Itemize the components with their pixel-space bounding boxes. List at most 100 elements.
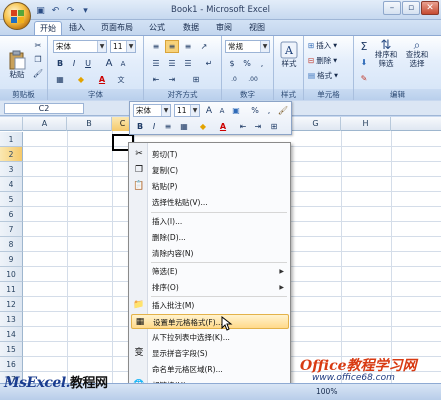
row-header[interactable]: 16 [0, 357, 23, 372]
select-all-corner[interactable] [0, 117, 23, 131]
align-right-icon[interactable]: ☰ [181, 57, 195, 70]
decrease-decimal-button[interactable]: .00 [246, 73, 260, 86]
mini-merge-icon[interactable]: ⊞ [267, 120, 281, 133]
column-header[interactable]: A [23, 117, 67, 131]
tab-page-layout[interactable]: 页面布局 [98, 21, 136, 35]
tab-formulas[interactable]: 公式 [146, 21, 168, 35]
increase-decimal-button[interactable]: .0 [227, 73, 241, 86]
tab-review[interactable]: 审阅 [213, 21, 235, 35]
mini-italic-button[interactable]: I [147, 120, 161, 133]
row-header[interactable]: 7 [0, 222, 23, 237]
context-menu-item[interactable]: 命名单元格区域(R)... [131, 362, 289, 377]
context-menu-item[interactable]: 变显示拼音字段(S) [131, 346, 289, 361]
number-format-combo[interactable]: 常规 ▼ [225, 40, 270, 53]
fill-icon[interactable]: ⬇ [357, 56, 371, 69]
format-cells-button[interactable]: ▤ 格式 ▼ [308, 70, 338, 81]
row-header[interactable]: 3 [0, 162, 23, 177]
fill-color-icon[interactable]: ◆ [74, 73, 88, 86]
mini-format-painter-icon[interactable]: 🖌 [276, 104, 290, 117]
top-align-icon[interactable]: ≡ [149, 40, 163, 53]
row-header[interactable]: 14 [0, 327, 23, 342]
name-box[interactable]: C2 [4, 103, 84, 114]
context-menu-item[interactable]: 删除(D)... [131, 230, 289, 245]
row-header[interactable]: 13 [0, 312, 23, 327]
zoom-level[interactable]: 100% [316, 387, 337, 396]
decrease-indent-icon[interactable]: ⇤ [149, 73, 163, 86]
mini-grow-font-button[interactable]: A [202, 104, 216, 117]
context-menu-item[interactable]: ▦ 设置单元格格式(F)... [131, 314, 289, 329]
context-menu-item[interactable]: 清除内容(N) [131, 246, 289, 261]
underline-button[interactable]: U [81, 57, 95, 70]
autosum-button[interactable]: Σ [357, 40, 371, 53]
row-header[interactable]: 11 [0, 282, 23, 297]
context-menu-item[interactable]: 筛选(E) ▶ [131, 264, 289, 279]
tab-insert[interactable]: 插入 [66, 21, 88, 35]
insert-cells-button[interactable]: ⊞ 插入 ▼ [308, 40, 337, 51]
row-header[interactable]: 1 [0, 132, 23, 147]
mini-decrease-decimal-icon[interactable]: ⇤ [236, 120, 250, 133]
maximize-button[interactable]: ▫ [402, 1, 420, 15]
shrink-font-button[interactable]: A [116, 57, 130, 70]
context-menu-item[interactable]: 排序(O) ▶ [131, 280, 289, 295]
column-header[interactable]: H [341, 117, 391, 131]
increase-indent-icon[interactable]: ⇥ [165, 73, 179, 86]
italic-button[interactable]: I [67, 57, 81, 70]
borders-icon[interactable]: ▦ [53, 73, 67, 86]
mini-bold-button[interactable]: B [133, 120, 147, 133]
row-header[interactable]: 8 [0, 237, 23, 252]
find-select-button[interactable]: ⌕ 查找和 选择 [402, 39, 432, 68]
wrap-text-icon[interactable]: ↵ [202, 57, 216, 70]
orientation-icon[interactable]: ↗ [197, 40, 211, 53]
font-name-combo[interactable]: 宋体 ▼ [53, 40, 107, 53]
tab-view[interactable]: 视图 [246, 21, 268, 35]
mini-increase-decimal-icon[interactable]: ⇥ [251, 120, 265, 133]
grow-font-button[interactable]: A [102, 57, 116, 70]
format-painter-icon[interactable]: 🖌 [31, 67, 45, 80]
context-menu-item[interactable]: ❐ 复制(C) [131, 163, 289, 178]
bold-button[interactable]: B [53, 57, 67, 70]
align-left-icon[interactable]: ☰ [149, 57, 163, 70]
row-header[interactable]: 10 [0, 267, 23, 282]
phonetic-icon[interactable]: 文 [114, 73, 128, 86]
mini-font-color-button[interactable]: A [216, 120, 230, 133]
mini-shrink-font-button[interactable]: A [215, 104, 229, 117]
row-header[interactable]: 4 [0, 177, 23, 192]
context-menu-item[interactable]: 从下拉列表中选择(K)... [131, 330, 289, 345]
mini-fill-color-icon[interactable]: ◆ [196, 120, 210, 133]
column-header[interactable]: G [291, 117, 341, 131]
align-center-icon[interactable]: ☰ [165, 57, 179, 70]
middle-align-icon[interactable]: ≡ [165, 40, 179, 53]
clear-icon[interactable]: ✎ [357, 72, 371, 85]
column-header[interactable]: B [67, 117, 112, 131]
context-menu-item[interactable]: 📋 粘贴(P) [131, 179, 289, 194]
paste-button[interactable]: 粘贴 [6, 50, 28, 79]
font-size-combo[interactable]: 11 ▼ [110, 40, 136, 53]
row-header[interactable]: 6 [0, 207, 23, 222]
sort-filter-button[interactable]: ⇅ 排序和 筛选 [372, 39, 400, 68]
merge-center-icon[interactable]: ⊞ [189, 73, 203, 86]
delete-cells-button[interactable]: ⊟ 删除 ▼ [308, 55, 337, 66]
row-header[interactable]: 15 [0, 342, 23, 357]
mini-currency-icon[interactable]: ▣ [229, 104, 243, 117]
cut-icon[interactable]: ✂ [31, 39, 45, 52]
row-header[interactable]: 5 [0, 192, 23, 207]
context-menu-item[interactable]: 选择性粘贴(V)... [131, 195, 289, 210]
copy-icon[interactable]: ❐ [31, 53, 45, 66]
percent-button[interactable]: % [240, 57, 254, 70]
mini-borders-icon[interactable]: ▦ [177, 120, 191, 133]
minimize-button[interactable]: – [383, 1, 401, 15]
close-button[interactable]: ✕ [421, 1, 439, 15]
currency-button[interactable]: $ [225, 57, 239, 70]
tab-home[interactable]: 开始 [34, 21, 62, 35]
context-menu-item[interactable]: 📁 插入批注(M) [131, 298, 289, 313]
bottom-align-icon[interactable]: ≡ [181, 40, 195, 53]
mini-size-combo[interactable]: 11 ▼ [174, 104, 200, 117]
tab-data[interactable]: 数据 [180, 21, 202, 35]
mini-percent-button[interactable]: % [248, 104, 262, 117]
font-color-icon[interactable]: A [95, 73, 109, 86]
context-menu-item[interactable]: 插入(I)... [131, 214, 289, 229]
office-button[interactable] [3, 2, 31, 30]
comma-button[interactable]: , [255, 57, 269, 70]
row-header[interactable]: 2 [0, 147, 23, 162]
row-header[interactable]: 12 [0, 297, 23, 312]
